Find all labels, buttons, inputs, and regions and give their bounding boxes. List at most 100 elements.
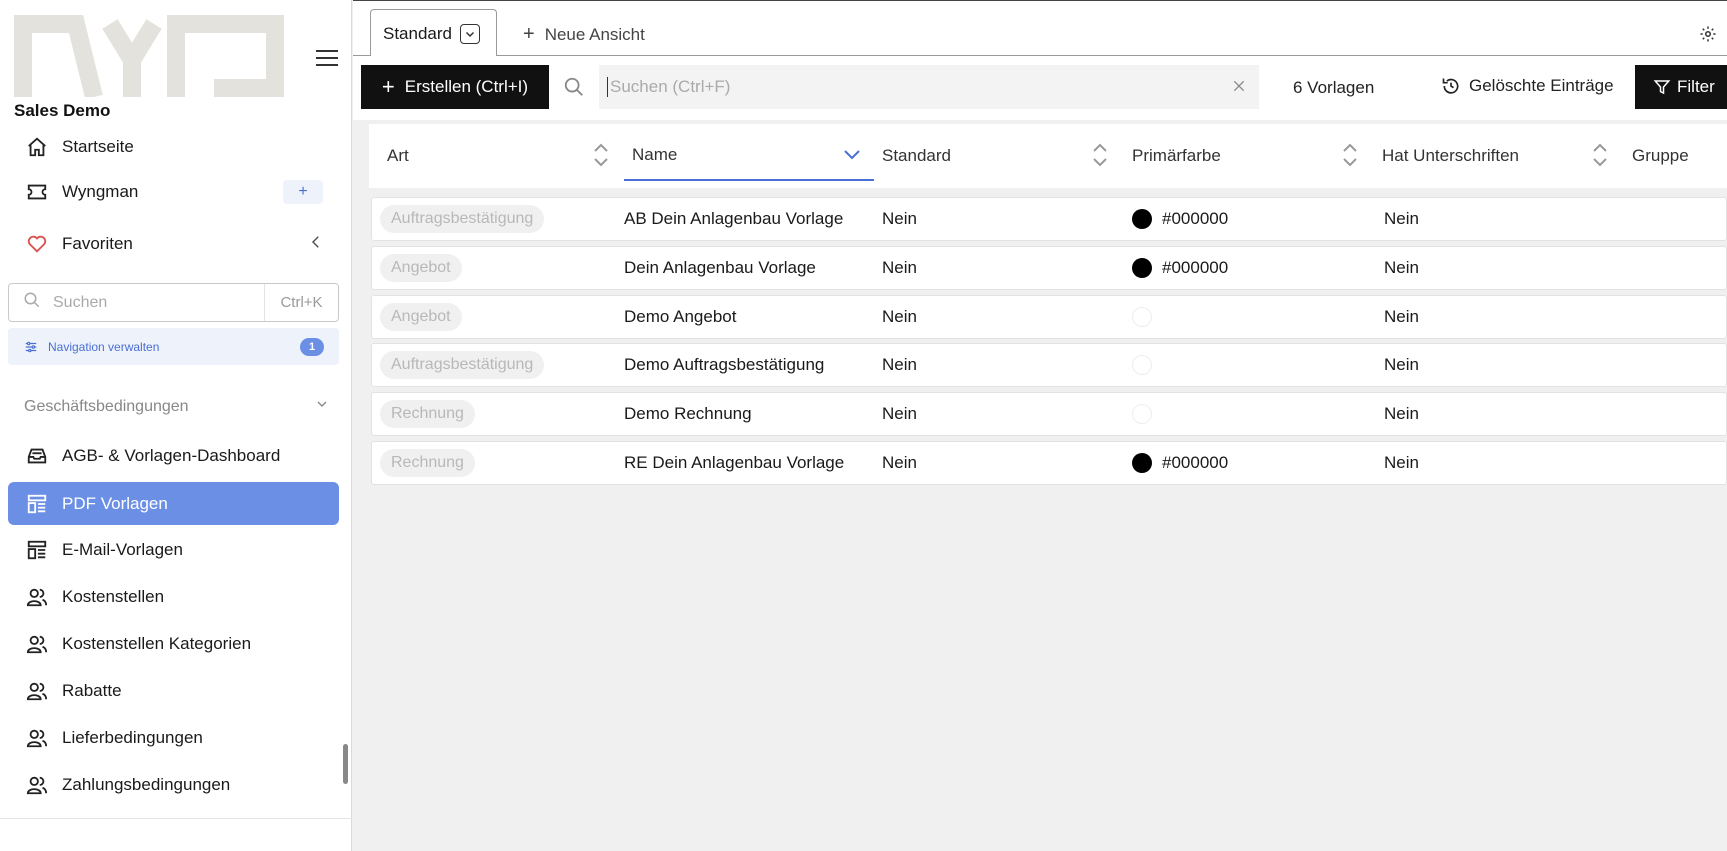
sidebar-item-label: PDF Vorlagen	[62, 493, 168, 513]
notification-badge: 1	[300, 338, 324, 356]
tab-standard[interactable]: Standard	[370, 9, 497, 58]
users-icon	[24, 678, 50, 704]
new-view-button[interactable]: + Neue Ansicht	[523, 23, 645, 46]
sidebar-item-lieferbedingungen[interactable]: Lieferbedingungen	[8, 718, 339, 758]
color-swatch	[1132, 307, 1152, 327]
table-row[interactable]: Rechnung Demo Rechnung Nein Nein	[371, 392, 1727, 436]
view-tabs: Standard + Neue Ansicht	[353, 0, 1727, 58]
type-badge: Angebot	[380, 303, 462, 331]
table-row[interactable]: Angebot Demo Angebot Nein Nein	[371, 295, 1727, 339]
column-header-standard[interactable]: Standard	[882, 124, 1122, 188]
chevron-down-icon[interactable]	[460, 23, 480, 44]
sidebar-item-label: Kostenstellen	[62, 587, 165, 606]
deleted-entries-button[interactable]: Gelöschte Einträge	[1441, 76, 1614, 96]
company-logo	[14, 15, 284, 97]
main-search	[599, 65, 1259, 109]
column-label: Name	[632, 145, 678, 164]
signatures-cell: Nein	[1384, 258, 1419, 277]
org-name: Sales Demo	[14, 101, 111, 120]
filter-icon	[1653, 80, 1671, 95]
gear-icon[interactable]	[1699, 25, 1717, 48]
color-value: #000000	[1162, 258, 1229, 277]
column-label: Standard	[882, 146, 951, 165]
table-row[interactable]: Angebot Dein Anlagenbau Vorlage Nein #00…	[371, 246, 1727, 290]
column-label: Art	[387, 146, 409, 165]
signatures-cell: Nein	[1384, 209, 1419, 228]
color-cell	[1132, 393, 1162, 435]
color-value: #000000	[1162, 453, 1229, 472]
search-icon	[563, 76, 585, 103]
manage-navigation-label: Navigation verwalten	[48, 339, 160, 354]
search-shortcut: Ctrl+K	[264, 284, 338, 321]
sidebar-item-zahlungsbedingungen[interactable]: Zahlungsbedingungen	[8, 765, 339, 805]
name-cell: Demo Auftragsbestätigung	[624, 355, 825, 374]
type-badge: Rechnung	[380, 449, 475, 477]
sidebar: Sales Demo Startseite Wyngman + Favorite…	[0, 0, 352, 851]
manage-navigation-button[interactable]: Navigation verwalten 1	[8, 328, 339, 365]
new-view-label: Neue Ansicht	[544, 24, 645, 44]
name-cell: Demo Angebot	[624, 307, 737, 326]
color-value: #000000	[1162, 209, 1229, 228]
column-header-art[interactable]: Art	[387, 124, 617, 188]
color-swatch	[1132, 404, 1152, 424]
column-header-name[interactable]: Name	[624, 131, 874, 181]
type-badge: Auftragsbestätigung	[380, 351, 545, 379]
tab-label: Standard	[383, 23, 452, 43]
table-row[interactable]: Auftragsbestätigung AB Dein Anlagenbau V…	[371, 197, 1727, 241]
table-row[interactable]: Rechnung RE Dein Anlagenbau Vorlage Nein…	[371, 441, 1727, 485]
sort-icon	[593, 141, 609, 174]
record-count: 6 Vorlagen	[1293, 78, 1375, 97]
color-cell: #000000	[1132, 198, 1228, 240]
sidebar-item-kostenstellen[interactable]: Kostenstellen	[8, 577, 339, 617]
sidebar-item-label: Kostenstellen Kategorien	[62, 634, 252, 653]
column-header-hat-unterschriften[interactable]: Hat Unterschriften	[1382, 124, 1622, 188]
sidebar-search-input[interactable]	[53, 293, 253, 312]
users-icon	[24, 725, 50, 751]
sidebar-item-favoriten[interactable]: Favoriten	[8, 224, 339, 264]
create-button[interactable]: + Erstellen (Ctrl+I)	[361, 65, 549, 109]
sidebar-item-agb-dashboard[interactable]: AGB- & Vorlagen-Dashboard	[8, 436, 339, 476]
sidebar-item-wyngman[interactable]: Wyngman +	[8, 172, 339, 212]
column-header-gruppe[interactable]: Gruppe	[1632, 124, 1727, 188]
color-cell: #000000	[1132, 442, 1228, 484]
sidebar-item-label: Zahlungsbedingungen	[62, 775, 231, 794]
column-header-primaerfarbe[interactable]: Primärfarbe	[1132, 124, 1372, 188]
sidebar-item-pdf-vorlagen[interactable]: PDF Vorlagen	[8, 482, 339, 525]
sidebar-search: Ctrl+K	[8, 283, 339, 322]
main-search-input[interactable]	[607, 77, 1167, 97]
group-geschaeftsbedingungen[interactable]: Geschäftsbedingungen	[24, 396, 330, 417]
sidebar-item-rabatte[interactable]: Rabatte	[8, 671, 339, 711]
sidebar-scrollbar[interactable]	[343, 744, 348, 784]
standard-cell: Nein	[882, 355, 917, 374]
type-badge: Auftragsbestätigung	[380, 205, 545, 233]
sidebar-item-email-vorlagen[interactable]: E-Mail-Vorlagen	[8, 530, 339, 570]
type-badge: Rechnung	[380, 400, 475, 428]
sidebar-item-startseite[interactable]: Startseite	[8, 127, 339, 167]
signatures-cell: Nein	[1384, 307, 1419, 326]
chevron-left-icon[interactable]	[307, 233, 325, 256]
standard-cell: Nein	[882, 307, 917, 326]
color-swatch	[1132, 453, 1152, 473]
sort-icon	[1342, 141, 1358, 174]
close-icon[interactable]	[1231, 78, 1247, 99]
color-cell	[1132, 344, 1162, 386]
filter-button[interactable]: Filter	[1635, 65, 1727, 109]
signatures-cell: Nein	[1384, 355, 1419, 374]
table-header: Art Name Standard Primärfarbe Hat Unters…	[369, 124, 1727, 188]
name-cell: Demo Rechnung	[624, 404, 752, 423]
search-icon	[23, 291, 41, 314]
column-label: Hat Unterschriften	[1382, 146, 1519, 165]
add-wyngman-button[interactable]: +	[283, 180, 323, 204]
signatures-cell: Nein	[1384, 404, 1419, 423]
table-row[interactable]: Auftragsbestätigung Demo Auftragsbestäti…	[371, 343, 1727, 387]
sidebar-item-label: Rabatte	[62, 681, 122, 700]
history-icon	[1442, 78, 1459, 94]
chevron-down-icon	[842, 147, 862, 168]
color-cell: #000000	[1132, 247, 1228, 289]
menu-toggle-button[interactable]	[316, 50, 338, 68]
plus-icon: +	[523, 23, 535, 45]
sidebar-item-label: E-Mail-Vorlagen	[62, 540, 183, 559]
create-label: Erstellen (Ctrl+I)	[404, 77, 529, 96]
color-swatch	[1132, 209, 1152, 229]
sidebar-item-kostenstellen-kategorien[interactable]: Kostenstellen Kategorien	[8, 624, 339, 664]
